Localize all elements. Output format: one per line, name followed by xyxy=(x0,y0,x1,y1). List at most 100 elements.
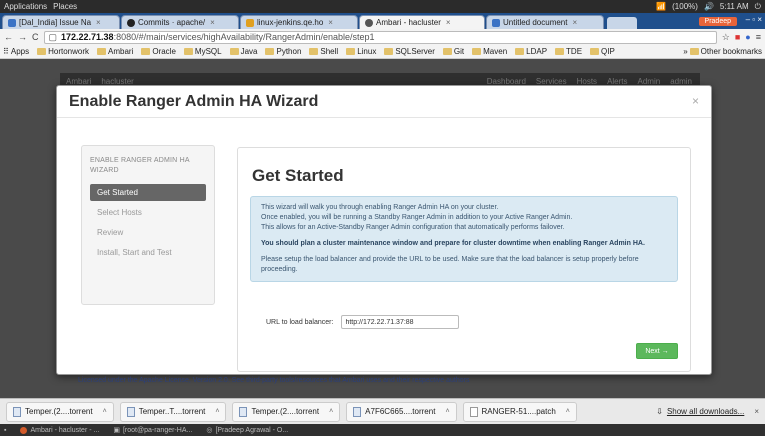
bookmark-folder[interactable]: Linux xyxy=(346,47,376,56)
file-icon xyxy=(13,406,21,417)
bookmark-folder[interactable]: QIP xyxy=(590,47,615,56)
tab-issue[interactable]: [Dal_India] Issue Na × xyxy=(2,15,120,29)
page-backdrop: Ambari hacluster Dashboard Services Host… xyxy=(0,59,765,398)
close-icon[interactable]: × xyxy=(210,18,215,27)
close-icon[interactable]: × xyxy=(328,18,333,27)
jenkins-icon xyxy=(246,18,254,27)
profile-badge[interactable]: Pradeep xyxy=(698,17,737,26)
step-get-started[interactable]: Get Started xyxy=(90,184,206,201)
bookmark-folder[interactable]: Ambari xyxy=(97,47,133,56)
tab-commits[interactable]: Commits · apache/ × xyxy=(121,15,239,29)
download-arrow-icon: ⇩ xyxy=(656,407,663,416)
bookmark-folder[interactable]: Oracle xyxy=(141,47,176,56)
close-icon[interactable]: × xyxy=(572,18,577,27)
power-icon[interactable]: ⏻ xyxy=(755,2,761,12)
url-input[interactable]: ▢ 172.22.71.38:8080/#/main/services/high… xyxy=(43,30,717,44)
volume-icon[interactable]: 🔊 xyxy=(704,2,714,11)
os-top-panel: Applications Places 📶 (100%) 🔊 5:11 AM ⏻ xyxy=(0,0,765,13)
os-taskbar: ▪ Ambari - hacluster - ... ▣ [root@pa-ran… xyxy=(0,424,765,436)
show-all-downloads-link[interactable]: Show all downloads... xyxy=(667,407,744,416)
browser-tab-strip: [Dal_India] Issue Na × Commits · apache/… xyxy=(0,13,765,29)
file-icon xyxy=(353,406,362,417)
places-menu[interactable]: Places xyxy=(53,2,77,11)
apps-grid-icon: ⠿ xyxy=(3,47,9,56)
address-bar-row: ← → C ▢ 172.22.71.38:8080/#/main/service… xyxy=(0,29,765,45)
bookmark-folder[interactable]: Maven xyxy=(472,47,507,56)
downtime-warning: You should plan a cluster maintenance wi… xyxy=(261,240,645,247)
reload-icon[interactable]: C xyxy=(32,32,39,42)
close-icon[interactable]: × xyxy=(96,18,101,27)
chevron-up-icon[interactable]: ˄ xyxy=(215,408,219,415)
download-item[interactable]: Temper..T....torrent ˄ xyxy=(119,401,227,422)
menu-icon[interactable]: ≡ xyxy=(756,32,761,43)
chevron-right-icon: » xyxy=(683,47,688,56)
footer-license-link: Licensed under the Apache License, Versi… xyxy=(78,377,470,384)
bookmark-folder[interactable]: SQLServer xyxy=(384,47,435,56)
info-line: This wizard will walk you through enabli… xyxy=(261,204,499,211)
taskbar-item[interactable]: Ambari - hacluster - ... xyxy=(20,426,99,434)
folder-icon xyxy=(141,48,151,55)
bookmark-folder[interactable]: MySQL xyxy=(183,47,222,56)
info-alert: This wizard will walk you through enabli… xyxy=(250,196,678,282)
download-item[interactable]: Temper.(2....torrent ˄ xyxy=(232,401,341,422)
tab-ambari[interactable]: Ambari - hacluster × xyxy=(359,15,485,29)
chevron-up-icon[interactable]: ˄ xyxy=(103,408,107,415)
bookmark-folder[interactable]: Java xyxy=(229,47,257,56)
chrome-store-icon[interactable]: ● xyxy=(745,32,750,43)
taskbar-item[interactable]: ◎ [Pradeep Agrawal - O... xyxy=(206,426,288,435)
star-icon[interactable]: ☆ xyxy=(722,32,730,43)
bookmark-folder[interactable]: TDE xyxy=(555,47,582,56)
folder-icon xyxy=(97,48,106,55)
download-item[interactable]: RANGER-51....patch ˄ xyxy=(462,401,577,422)
terminal-icon: ▣ xyxy=(113,427,120,434)
folder-icon xyxy=(346,48,356,55)
folder-icon xyxy=(37,48,47,55)
step-review: Review xyxy=(97,228,124,237)
applications-menu[interactable]: Applications xyxy=(4,2,47,11)
folder-icon xyxy=(309,48,319,55)
wizard-content: Get Started This wizard will walk you th… xyxy=(237,147,691,372)
chevron-up-icon[interactable]: ˄ xyxy=(329,408,333,415)
load-balancer-note: Please setup the load balancer and provi… xyxy=(261,256,639,273)
bookmark-folder[interactable]: Python xyxy=(265,47,301,56)
docs-icon xyxy=(492,18,500,27)
close-icon[interactable]: × xyxy=(754,407,759,416)
folder-icon xyxy=(590,48,600,55)
other-bookmarks[interactable]: » Other bookmarks xyxy=(683,47,762,56)
url-path: :8080/#/main/services/highAvailability/R… xyxy=(113,32,375,42)
back-icon[interactable]: ← xyxy=(4,32,13,42)
folder-icon xyxy=(183,48,193,55)
tab-label: Commits · apache/ xyxy=(138,18,206,27)
wifi-icon[interactable]: 📶 xyxy=(656,2,666,11)
chevron-up-icon[interactable]: ˄ xyxy=(445,408,449,415)
download-item[interactable]: A7F6C665....torrent ˄ xyxy=(346,401,457,422)
bookmark-folder[interactable]: LDAP xyxy=(515,47,547,56)
github-icon xyxy=(127,18,135,27)
battery-status[interactable]: (100%) xyxy=(672,2,698,11)
tab-jenkins[interactable]: linux-jenkins.qe.ho × xyxy=(240,15,358,29)
window-controls[interactable]: – ▫ × xyxy=(746,15,762,24)
step-select-hosts: Select Hosts xyxy=(97,208,142,217)
close-icon[interactable]: × xyxy=(692,94,699,108)
bookmark-folder[interactable]: Shell xyxy=(309,47,338,56)
download-item[interactable]: Temper.(2....torrent ˄ xyxy=(6,401,114,422)
new-tab-button[interactable] xyxy=(607,17,637,29)
page-icon: ▢ xyxy=(48,31,58,42)
bookmark-apps[interactable]: ⠿ Apps xyxy=(3,47,29,56)
modal-title: Enable Ranger Admin HA Wizard xyxy=(69,92,319,110)
chevron-up-icon[interactable]: ˄ xyxy=(566,408,570,415)
clock[interactable]: 5:11 AM xyxy=(720,2,749,11)
bookmark-folder[interactable]: Hortonwork xyxy=(37,47,89,56)
close-icon[interactable]: × xyxy=(446,18,451,27)
taskbar-item[interactable]: ▣ [root@pa-ranger-HA... xyxy=(113,426,192,435)
next-button[interactable]: Next → xyxy=(636,343,678,359)
folder-icon xyxy=(265,48,275,55)
tab-untitled-document[interactable]: Untitled document × xyxy=(486,15,604,29)
load-balancer-url-input[interactable] xyxy=(341,315,460,329)
extension-icon[interactable]: ■ xyxy=(735,32,740,43)
bookmark-folder[interactable]: Git xyxy=(442,47,464,56)
forward-icon[interactable]: → xyxy=(18,32,27,42)
url-host: 172.22.71.38 xyxy=(61,32,114,42)
folder-icon xyxy=(229,48,239,55)
show-desktop-icon[interactable]: ▪ xyxy=(4,427,6,434)
